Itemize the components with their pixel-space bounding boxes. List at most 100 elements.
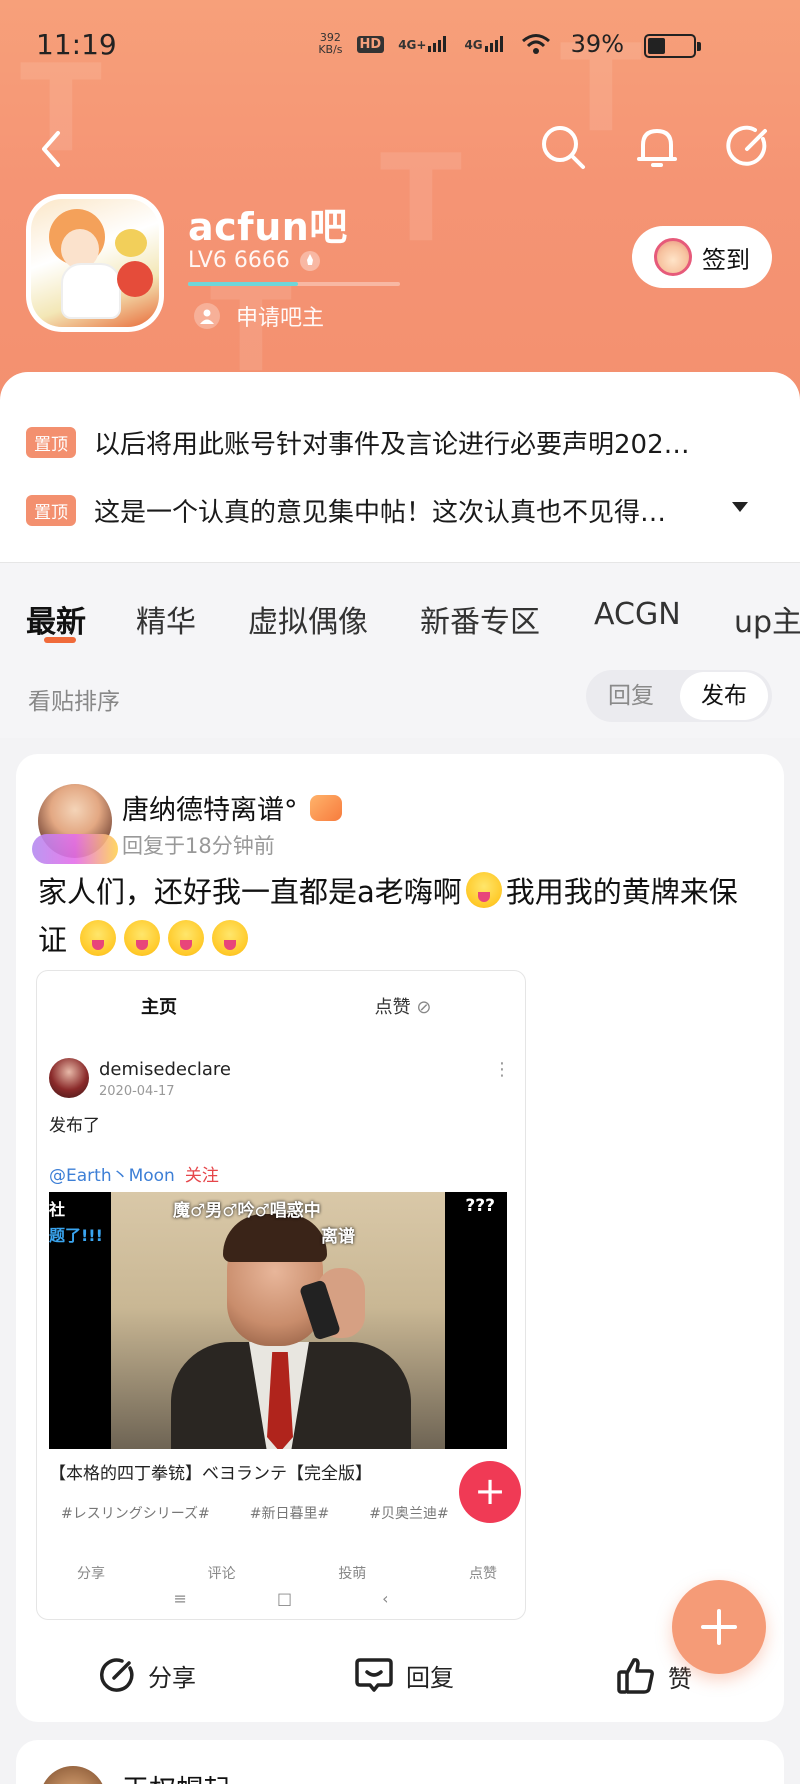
- sort-by-reply[interactable]: 回复: [586, 670, 676, 722]
- grin-emoji-icon: [465, 872, 502, 908]
- tab-virtual-idol[interactable]: 虚拟偶像: [248, 597, 368, 641]
- new-post-fab[interactable]: [672, 1580, 766, 1674]
- more-icon: ⋮: [493, 1059, 511, 1080]
- video-frame: [111, 1192, 445, 1449]
- author-name[interactable]: 唐纳德特离谱°: [122, 788, 342, 827]
- expand-icon[interactable]: [732, 502, 748, 512]
- level-progress-fill: [188, 282, 299, 286]
- video-danmaku: ???: [465, 1196, 495, 1216]
- screenshot-video-title: 【本格的四丁拳铳】ベヨランテ【完全版】: [49, 1464, 372, 1484]
- forum-header: T T T T 11:19 392 KB/s HD 4G+ 4G 39% acf…: [0, 0, 800, 420]
- video-danmaku: 魔♂男♂吟♂唱惑中: [173, 1201, 321, 1221]
- forum-name: acfun吧: [188, 205, 348, 249]
- post-text: 家人们，还好我一直都是a老嗨啊 我用我的黄牌来保证: [38, 868, 766, 964]
- battery-icon: [644, 34, 701, 58]
- tab-new-anime[interactable]: 新番专区: [420, 597, 540, 641]
- screenshot-video: 社 题了!!! 魔♂男♂吟♂唱惑中 离谱 ???: [49, 1192, 507, 1449]
- hd-icon: HD: [356, 35, 385, 53]
- bell-icon: [637, 129, 677, 167]
- forum-avatar[interactable]: [26, 194, 164, 332]
- sign-in-button[interactable]: 签到: [632, 226, 772, 288]
- avatar-frame: [32, 834, 118, 864]
- thumbs-up-icon: [617, 1658, 654, 1694]
- person-icon: [194, 303, 220, 329]
- tab-acgn[interactable]: ACGN: [594, 597, 681, 632]
- screenshot-tags: #レスリングシリーズ# #新日暮里# #贝奥兰迪#: [61, 1506, 449, 1522]
- post-actions: 分享 回复 赞: [16, 1638, 784, 1708]
- wifi-icon: [521, 34, 550, 54]
- author-name[interactable]: 王权帽起: [122, 1768, 230, 1784]
- home-icon: □: [276, 1589, 293, 1608]
- grin-emoji-icon: [212, 920, 249, 956]
- tab-uploader[interactable]: up主: [734, 597, 800, 641]
- screenshot-date: 2020-04-17: [99, 1084, 175, 1099]
- notification-button[interactable]: [632, 122, 682, 172]
- sort-by-publish[interactable]: 发布: [680, 672, 768, 720]
- screenshot-tab-main: 主页: [141, 997, 177, 1018]
- screenshot-mention: @Earth丶Moon 关注: [49, 1166, 219, 1186]
- battery-percent: 39%: [570, 30, 624, 58]
- level-badge-icon: [309, 794, 342, 821]
- category-tabs: 最新 精华 虚拟偶像 新番专区 ACGN up主: [0, 562, 800, 650]
- tab-latest[interactable]: 最新: [26, 597, 86, 641]
- forum-level: LV6 6666: [188, 248, 320, 273]
- back-arrow-icon: [42, 131, 60, 167]
- search-button[interactable]: [538, 122, 588, 172]
- post-time: 回复于18分钟前: [122, 834, 275, 858]
- pinned-tag: 置顶: [26, 427, 76, 458]
- signal-4g-icon: 4G: [464, 36, 506, 52]
- reply-button[interactable]: 回复: [354, 1656, 454, 1694]
- like-button[interactable]: 赞: [616, 1656, 692, 1696]
- edit-icon: [726, 125, 767, 166]
- tab-featured[interactable]: 精华: [136, 597, 196, 641]
- post-edit-button[interactable]: [724, 122, 774, 172]
- signal-4g-plus-icon: 4G+: [398, 36, 450, 52]
- video-danmaku: 社: [49, 1200, 66, 1219]
- pinned-item[interactable]: 置顶 这是一个认真的意见集中帖！这次认真也不见得…: [26, 492, 776, 529]
- video-danmaku: 题了!!!: [49, 1226, 103, 1245]
- net-speed: 392 KB/s: [318, 31, 343, 56]
- menu-icon: ≡: [173, 1589, 187, 1608]
- status-bar: 11:19 392 KB/s HD 4G+ 4G 39%: [0, 0, 800, 92]
- author-avatar[interactable]: [32, 784, 118, 864]
- level-progress-bar: [188, 282, 400, 286]
- active-tab-indicator: [44, 637, 76, 643]
- status-icons: 392 KB/s HD 4G+ 4G 39%: [318, 30, 624, 58]
- back-button[interactable]: [26, 124, 76, 174]
- video-danmaku: 离谱: [321, 1227, 355, 1247]
- grin-emoji-icon: [124, 920, 161, 956]
- screenshot-body: 发布了: [49, 1116, 100, 1136]
- post-card[interactable]: 唐纳德特离谱° 回复于18分钟前 家人们，还好我一直都是a老嗨啊 我用我的黄牌来保…: [16, 754, 784, 1722]
- pinned-section: 置顶 以后将用此账号针对事件及言论进行必要声明202… 置顶 这是一个认真的意见…: [0, 372, 800, 562]
- back-icon: ‹: [382, 1589, 389, 1608]
- screenshot-tabs: 主页 点赞 ⊘: [37, 971, 525, 1037]
- grin-emoji-icon: [168, 920, 205, 956]
- hidden-eye-icon: ⊘: [416, 997, 432, 1018]
- search-icon: [542, 126, 585, 169]
- screenshot-tab-likes: 点赞 ⊘: [374, 997, 432, 1018]
- sort-bar: 看贴排序 回复 发布: [0, 650, 800, 738]
- comment-icon: [355, 1658, 393, 1692]
- pinned-item[interactable]: 置顶 以后将用此账号针对事件及言论进行必要声明202…: [26, 424, 776, 461]
- pinned-title: 这是一个认真的意见集中帖！这次认真也不见得…: [94, 498, 667, 528]
- pinned-title: 以后将用此账号针对事件及言论进行必要声明202…: [94, 430, 690, 460]
- screenshot-avatar: [49, 1058, 89, 1098]
- status-time: 11:19: [36, 28, 117, 61]
- post-image[interactable]: 主页 点赞 ⊘ demisedeclare 2020-04-17 ⋮ 发布了 @…: [36, 970, 526, 1620]
- grin-emoji-icon: [80, 920, 117, 956]
- author-avatar[interactable]: [40, 1766, 106, 1784]
- screenshot-actions: 分享 评论 投萌 点赞: [77, 1566, 497, 1582]
- sort-label: 看贴排序: [28, 689, 120, 715]
- post-card[interactable]: 王权帽起: [16, 1740, 784, 1784]
- forum-avatar-image: [31, 199, 159, 327]
- background-pattern: T: [380, 130, 462, 269]
- apply-admin-link[interactable]: 申请吧主: [194, 300, 324, 332]
- bun-icon: [654, 238, 692, 276]
- plus-icon: [701, 1609, 737, 1645]
- share-button[interactable]: 分享: [98, 1656, 196, 1694]
- screenshot-username: demisedeclare: [99, 1059, 231, 1080]
- rocket-icon: [299, 250, 320, 271]
- share-icon: [100, 1658, 134, 1692]
- screenshot-nav-bar: ≡ □ ‹: [37, 1589, 525, 1608]
- sort-toggle: 回复 发布: [586, 670, 772, 722]
